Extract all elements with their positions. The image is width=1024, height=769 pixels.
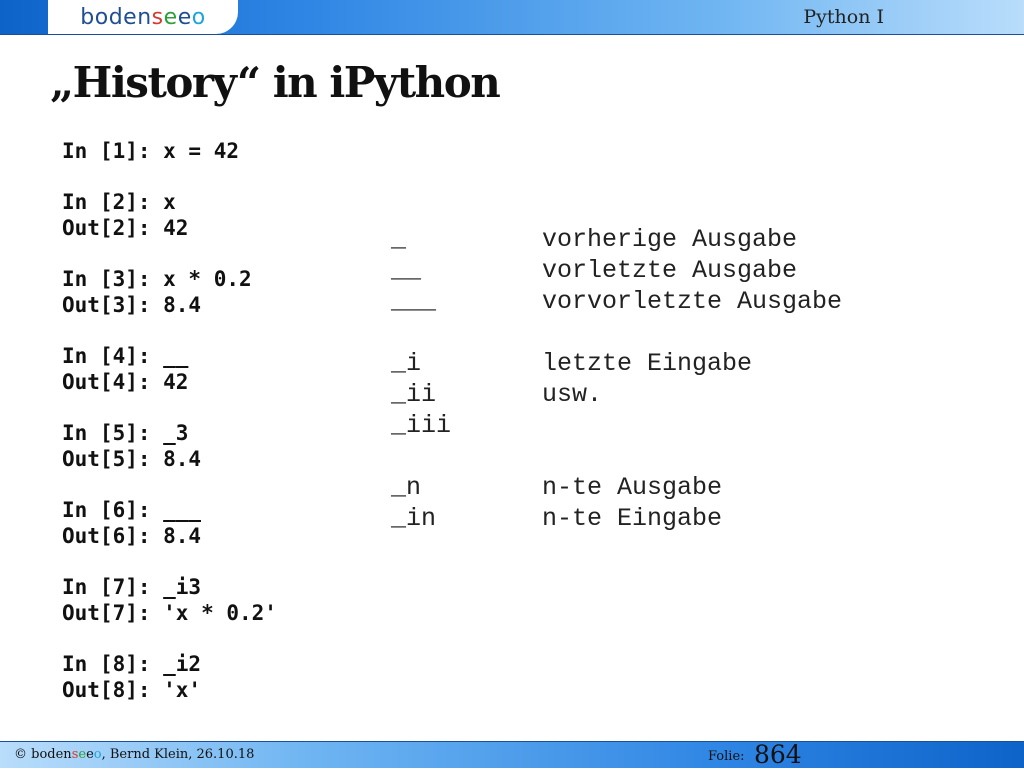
session-block: In [3]: x * 0.2 Out[3]: 8.4 [62, 266, 277, 318]
legend-symbol: _iii [391, 411, 452, 440]
input-line: In [8]: _i2 [62, 652, 202, 676]
bodenseo-logo: bodenseeo [80, 4, 206, 30]
legend-description: letzte Eingabe [542, 349, 753, 378]
session-block: In [6]: ___ Out[6]: 8.4 [62, 497, 277, 549]
legend-symbol: _ [391, 225, 407, 254]
header-bar: bodenseeo Python I [0, 0, 1024, 35]
output-line: Out[3]: 8.4 [62, 293, 202, 317]
session-block: In [5]: _3 Out[5]: 8.4 [62, 420, 277, 472]
history-legend: _ vorherige Ausgabe __ vorletzte Ausgabe ___… [391, 224, 842, 565]
folie-label: Folie: [708, 749, 745, 764]
session-block: In [8]: _i2 Out[8]: 'x' [62, 651, 277, 703]
legend-description: n-te Ausgabe [542, 473, 723, 502]
legend-row: _n n-te Ausgabe [391, 472, 842, 503]
output-line: Out[4]: 42 [62, 370, 189, 394]
footer-bar: © bodenseeo, Bernd Klein, 26.10.18 Folie… [0, 740, 1024, 769]
session-block: In [4]: __ Out[4]: 42 [62, 343, 277, 395]
ipython-session: In [1]: x = 42 In [2]: x Out[2]: 42 In [3]:… [62, 138, 277, 728]
legend-row: ___ vorvorletzte Ausgabe [391, 286, 842, 317]
input-line: In [6]: ___ [62, 498, 202, 522]
legend-row: _ vorherige Ausgabe [391, 224, 842, 255]
legend-symbol: _n [391, 473, 422, 502]
legend-symbol: _i [391, 349, 422, 378]
legend-row: __ vorletzte Ausgabe [391, 255, 842, 286]
session-block: In [1]: x = 42 [62, 138, 277, 164]
legend-row: _i letzte Eingabe [391, 348, 842, 379]
legend-description: n-te Eingabe [542, 504, 723, 533]
session-block: In [2]: x Out[2]: 42 [62, 189, 277, 241]
legend-group: _n n-te Ausgabe _in n-te Eingabe [391, 472, 842, 534]
input-line: In [2]: x [62, 190, 176, 214]
session-block: In [7]: _i3 Out[7]: 'x * 0.2' [62, 574, 277, 626]
legend-row: _iii [391, 410, 842, 441]
output-line: Out[6]: 8.4 [62, 524, 202, 548]
legend-symbol: __ [391, 256, 422, 285]
input-line: In [5]: _3 [62, 421, 189, 445]
logo-tab: bodenseeo [48, 0, 238, 34]
footer-credit: © bodenseeo, Bernd Klein, 26.10.18 [14, 747, 255, 762]
legend-symbol: ___ [391, 287, 437, 316]
page-number: 864 [754, 740, 802, 769]
legend-description: vorvorletzte Ausgabe [542, 287, 843, 316]
input-line: In [1]: x = 42 [62, 139, 240, 163]
output-line: Out[7]: 'x * 0.2' [62, 601, 277, 625]
slide-title: „History“ in iPython [50, 58, 501, 107]
legend-description: vorherige Ausgabe [542, 225, 798, 254]
legend-row: _in n-te Eingabe [391, 503, 842, 534]
footer-logo: bodenseeo [31, 747, 102, 762]
output-line: Out[5]: 8.4 [62, 447, 202, 471]
legend-group: _ vorherige Ausgabe __ vorletzte Ausgabe ___… [391, 224, 842, 317]
legend-description: usw. [542, 380, 603, 409]
input-line: In [3]: x * 0.2 [62, 267, 252, 291]
legend-group: _i letzte Eingabe _ii usw. _iii [391, 348, 842, 441]
course-title: Python I [803, 6, 884, 28]
legend-description: vorletzte Ausgabe [542, 256, 798, 285]
output-line: Out[2]: 42 [62, 216, 189, 240]
input-line: In [7]: _i3 [62, 575, 202, 599]
input-line: In [4]: __ [62, 344, 189, 368]
output-line: Out[8]: 'x' [62, 678, 202, 702]
legend-symbol: _ii [391, 380, 437, 409]
legend-symbol: _in [391, 504, 437, 533]
legend-row: _ii usw. [391, 379, 842, 410]
